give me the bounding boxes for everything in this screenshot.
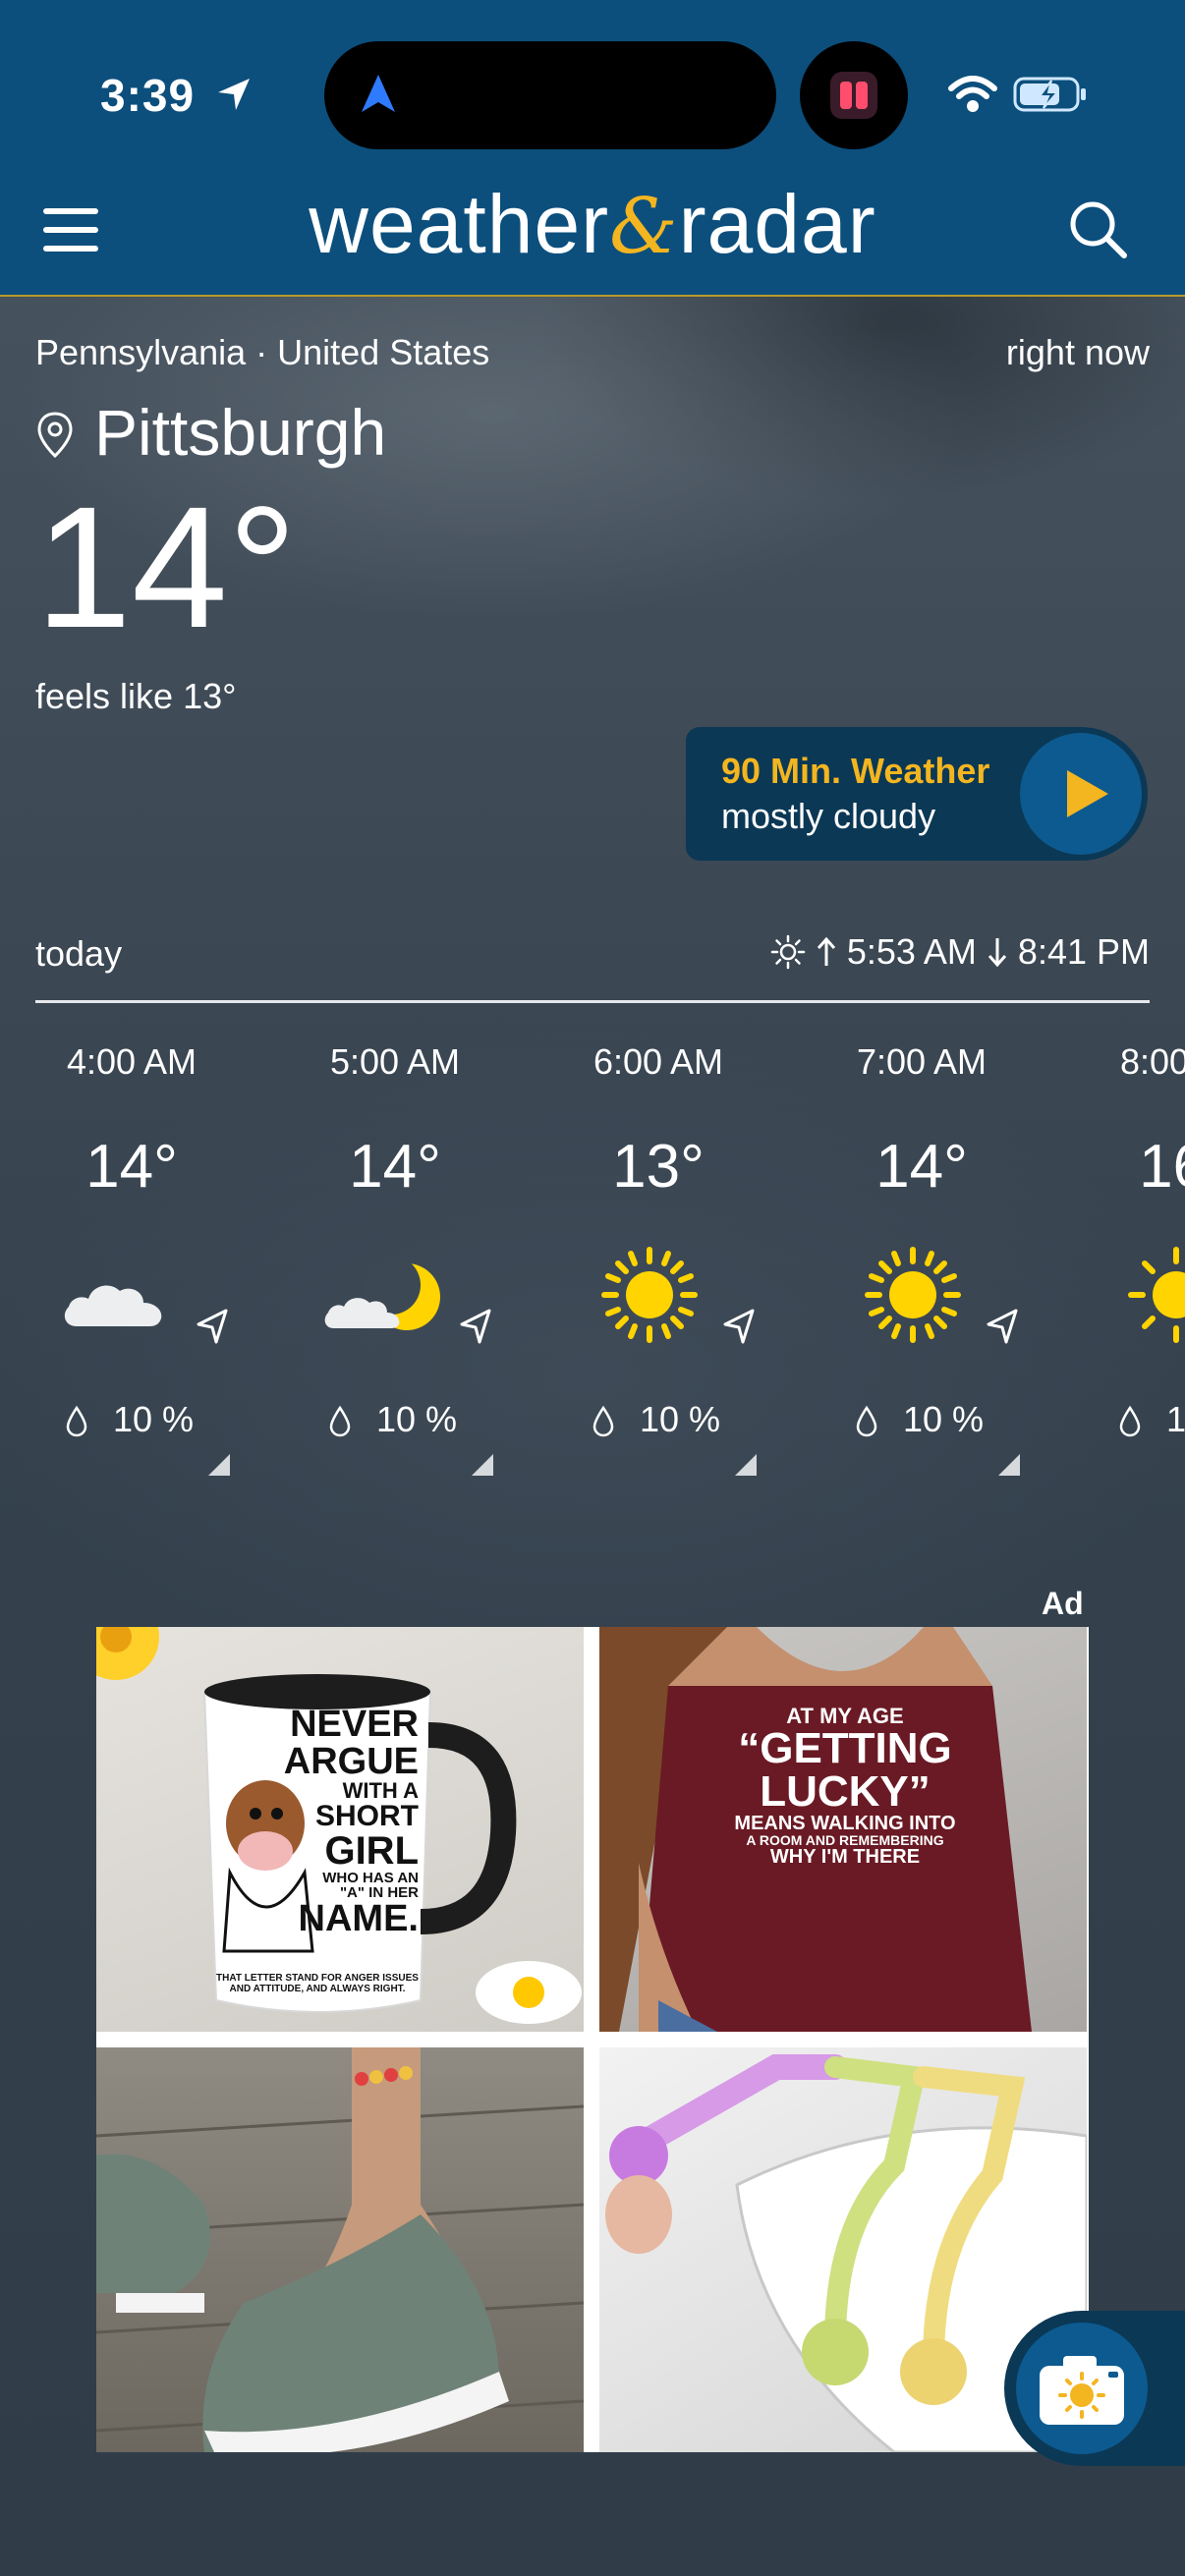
sun-small-icon: [770, 934, 806, 970]
feels-like: feels like 13°: [35, 676, 237, 716]
expand-corner-icon: [735, 1454, 757, 1476]
cloud-moon-icon: [324, 1256, 440, 1330]
hour-item[interactable]: 4:00 AM 14° 10 %: [0, 1022, 263, 1493]
today-label: today: [35, 933, 123, 974]
ad-tile-shoes[interactable]: [96, 2047, 584, 2452]
sunset-time: 8:41 PM: [1017, 931, 1150, 972]
city-name[interactable]: Pittsburgh: [94, 395, 386, 470]
expand-corner-icon: [208, 1454, 230, 1476]
mug-footnote: AND ATTITUDE, AND ALWAYS RIGHT.: [229, 1984, 406, 1994]
wifi-icon: [948, 76, 997, 112]
play-button[interactable]: [1020, 733, 1142, 855]
wind-arrow-icon: [723, 1309, 755, 1344]
status-time: 3:39: [100, 70, 196, 121]
hour-item[interactable]: 6:00 AM 13° 10 %: [527, 1022, 790, 1493]
play-icon: [1067, 770, 1108, 817]
hour-temp: 14°: [85, 1133, 178, 1201]
shirt-line: A ROOM AND REMEMBERING: [746, 1832, 944, 1848]
hour-precip: 10 %: [375, 1399, 458, 1439]
camera-button[interactable]: [1004, 2311, 1185, 2466]
hour-item[interactable]: 5:00 AM 14° 10 %: [263, 1022, 527, 1493]
hour-temp: 14°: [875, 1133, 968, 1201]
mug-line: NAME.: [298, 1898, 419, 1939]
today-divider: [35, 1000, 1150, 1003]
wind-arrow-icon: [460, 1309, 491, 1344]
nowcast-title: 90 Min. Weather: [721, 751, 990, 791]
mug-line: SHORT: [315, 1800, 419, 1832]
hour-item[interactable]: 7:00 AM 14° 10 %: [790, 1022, 1053, 1493]
sunrise-time: 5:53 AM: [846, 931, 977, 972]
battery-charging-icon: [1013, 77, 1086, 112]
mug-line: WITH A: [342, 1778, 419, 1803]
time-label: right now: [1005, 332, 1150, 372]
ad-grid[interactable]: NEVER ARGUE WITH A SHORT GIRL WHO HAS AN…: [96, 1627, 1089, 2452]
hour-temp: 13°: [612, 1133, 705, 1201]
shirt-line: MEANS WALKING INTO: [734, 1813, 956, 1834]
navigation-icon: [362, 75, 395, 112]
sun-icon: [601, 1247, 698, 1343]
sunset-arrow-icon: [988, 938, 1007, 968]
wind-arrow-icon: [987, 1309, 1018, 1344]
hourly-forecast[interactable]: 4:00 AM 14° 10 % 5:00 AM 14° 10 % 6:00 A…: [0, 1022, 1185, 1493]
app-logo: weather&radar: [309, 178, 876, 271]
live-activity-app-icon: [800, 41, 908, 149]
sun-icon: [865, 1247, 961, 1343]
app-header: 3:39 weather&radar: [0, 0, 1185, 295]
camera-sun-icon: [1040, 2356, 1124, 2425]
current-temperature: 14°: [35, 472, 298, 664]
hour-precip: 10 %: [112, 1399, 195, 1439]
hour-time: 8:00 AM: [1119, 1041, 1185, 1082]
cloud-icon: [64, 1285, 162, 1326]
hour-time: 4:00 AM: [66, 1041, 198, 1082]
hour-precip: 10 %: [639, 1399, 721, 1439]
sun-icon: [1128, 1247, 1185, 1343]
hour-time: 7:00 AM: [856, 1041, 988, 1082]
hour-time: 5:00 AM: [329, 1041, 461, 1082]
ad-tile-tank-top[interactable]: AT MY AGE “GETTING LUCKY” MEANS WALKING …: [599, 1627, 1087, 2032]
ad-tile-mug[interactable]: NEVER ARGUE WITH A SHORT GIRL WHO HAS AN…: [96, 1627, 584, 2032]
sun-times: 5:53 AM 8:41 PM: [770, 931, 1150, 973]
hour-item[interactable]: 8:00 AM 16° 10 %: [1053, 1022, 1185, 1493]
nowcast-button[interactable]: 90 Min. Weather mostly cloudy: [686, 727, 1148, 861]
ad-label: Ad: [1042, 1586, 1084, 1621]
hour-precip: 10 %: [902, 1399, 985, 1439]
shoes-illustration: [96, 2047, 584, 2452]
location-pin-icon[interactable]: [35, 411, 75, 460]
sunrise-arrow-icon: [817, 936, 835, 966]
shirt-line: WHY I'M THERE: [769, 1846, 921, 1868]
mug-footnote: THAT LETTER STAND FOR ANGER ISSUES: [216, 1973, 419, 1984]
expand-corner-icon: [998, 1454, 1020, 1476]
location-arrow-icon: [218, 79, 250, 110]
expand-corner-icon: [472, 1454, 493, 1476]
header-divider: [0, 295, 1185, 297]
mug-line: NEVER ARGUE: [283, 1704, 419, 1782]
mug-line: GIRL: [324, 1829, 419, 1873]
shirt-line: LUCKY”: [760, 1767, 931, 1816]
search-icon[interactable]: [1067, 198, 1130, 261]
region-label: Pennsylvania · United States: [35, 332, 490, 372]
hour-time: 6:00 AM: [592, 1041, 724, 1082]
hour-temp: 14°: [349, 1133, 441, 1201]
shirt-line: “GETTING: [738, 1724, 952, 1772]
wind-arrow-icon: [197, 1309, 228, 1344]
hour-precip: 10 %: [1165, 1399, 1185, 1439]
mug-line: WHO HAS AN: [322, 1870, 419, 1886]
hour-temp: 16°: [1139, 1133, 1185, 1201]
nowcast-subtitle: mostly cloudy: [721, 796, 936, 836]
